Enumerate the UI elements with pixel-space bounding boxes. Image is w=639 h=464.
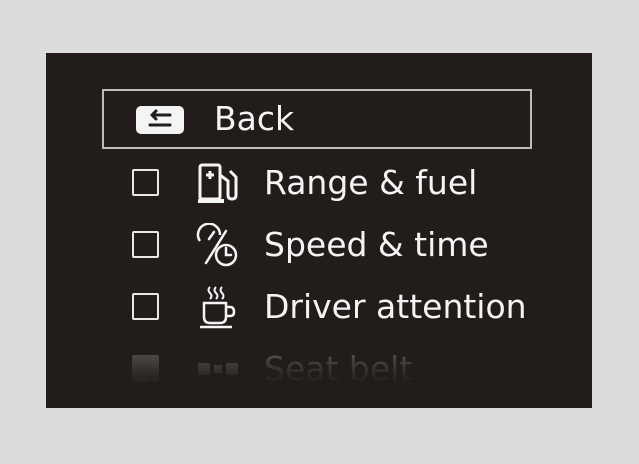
checkbox-driver-attention[interactable] xyxy=(132,293,159,320)
seat-belt-icon xyxy=(198,363,238,375)
menu-item-driver-attention[interactable]: Driver attention xyxy=(102,277,532,337)
menu-item-speed-time[interactable]: Speed & time xyxy=(102,215,532,275)
speed-time-icon xyxy=(196,223,238,267)
coffee-cup-icon xyxy=(200,286,236,329)
display-screen: Back Range & fuel Speed & time Driver at… xyxy=(46,53,592,408)
back-icon xyxy=(136,106,184,134)
menu-item-label: Driver attention xyxy=(264,287,527,326)
back-label: Back xyxy=(214,99,295,138)
check-mark-icon xyxy=(136,379,153,394)
menu-item-label: Range & fuel xyxy=(264,163,478,202)
checkbox-range-fuel[interactable] xyxy=(132,169,159,196)
checkbox-seat-belt[interactable] xyxy=(132,355,159,394)
menu-item-range-fuel[interactable]: Range & fuel xyxy=(102,153,532,213)
fuel-pump-icon xyxy=(198,163,238,203)
menu-item-label: Seat belt xyxy=(264,349,413,388)
menu-item-seat-belt[interactable]: Seat belt xyxy=(102,339,532,399)
back-button[interactable]: Back xyxy=(102,89,532,149)
menu-item-label: Speed & time xyxy=(264,225,489,264)
checkbox-speed-time[interactable] xyxy=(132,231,159,258)
